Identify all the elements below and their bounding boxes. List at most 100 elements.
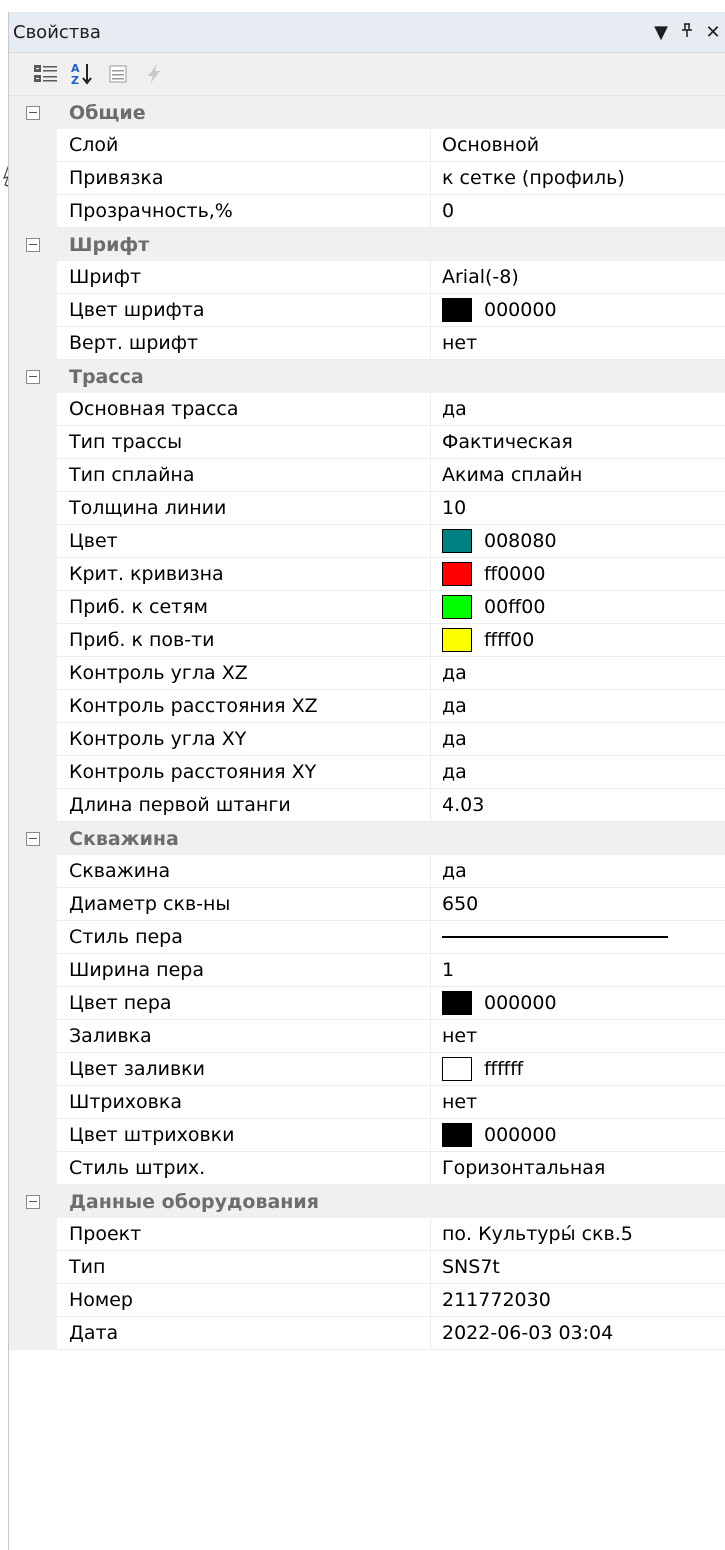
property-name[interactable]: Тип трассы xyxy=(57,426,431,459)
alphabetical-sort-icon[interactable]: A Z xyxy=(67,59,97,89)
property-row[interactable]: Дата 2022-06-03 03:04 xyxy=(9,1317,725,1350)
pin-icon[interactable] xyxy=(674,22,700,43)
property-value[interactable]: да xyxy=(431,657,725,690)
property-row[interactable]: Тип сплайна Акима сплайн xyxy=(9,459,725,492)
dropdown-icon[interactable]: ▼ xyxy=(648,22,674,43)
property-row[interactable]: Крит. кривизна ff0000 xyxy=(9,558,725,591)
property-row[interactable]: Верт. шрифт нет xyxy=(9,327,725,360)
property-row[interactable]: Цвет заливки ffffff xyxy=(9,1053,725,1086)
category-row[interactable]: Общие xyxy=(9,96,725,129)
property-value[interactable]: 008080 xyxy=(431,525,725,558)
property-name[interactable]: Проект xyxy=(57,1218,431,1251)
property-value[interactable]: нет xyxy=(431,1086,725,1119)
collapse-toggle[interactable] xyxy=(9,360,57,393)
property-row[interactable]: Контроль угла XZ да xyxy=(9,657,725,690)
property-row[interactable]: Контроль расстояния XZ да xyxy=(9,690,725,723)
property-name[interactable]: Цвет пера xyxy=(57,987,431,1020)
property-value[interactable]: 00ff00 xyxy=(431,591,725,624)
property-name[interactable]: Привязка xyxy=(57,162,431,195)
collapse-toggle[interactable] xyxy=(9,96,57,129)
property-row[interactable]: Цвет 008080 xyxy=(9,525,725,558)
property-row[interactable]: Слой Основной xyxy=(9,129,725,162)
property-value[interactable]: Горизонтальная xyxy=(431,1152,725,1185)
close-icon[interactable]: ✕ xyxy=(700,22,725,43)
property-row[interactable]: Приб. к пов-ти ffff00 xyxy=(9,624,725,657)
property-name[interactable]: Дата xyxy=(57,1317,431,1350)
collapse-toggle[interactable] xyxy=(9,228,57,261)
property-row[interactable]: Основная трасса да xyxy=(9,393,725,426)
property-row[interactable]: Контроль расстояния XY да xyxy=(9,756,725,789)
property-row[interactable]: Длина первой штанги 4.03 xyxy=(9,789,725,822)
property-row[interactable]: Штриховка нет xyxy=(9,1086,725,1119)
property-name[interactable]: Контроль угла XY xyxy=(57,723,431,756)
property-row[interactable]: Приб. к сетям 00ff00 xyxy=(9,591,725,624)
property-name[interactable]: Слой xyxy=(57,129,431,162)
property-value[interactable]: 10 xyxy=(431,492,725,525)
property-name[interactable]: Толщина линии xyxy=(57,492,431,525)
property-row[interactable]: Шрифт Arial(-8) xyxy=(9,261,725,294)
category-row[interactable]: Данные оборудования xyxy=(9,1185,725,1218)
property-name[interactable]: Контроль угла XZ xyxy=(57,657,431,690)
category-row[interactable]: Скважина xyxy=(9,822,725,855)
property-name[interactable]: Стиль пера xyxy=(57,921,431,954)
events-icon[interactable] xyxy=(139,59,169,89)
property-name[interactable]: Цвет xyxy=(57,525,431,558)
property-name[interactable]: Диаметр скв-ны xyxy=(57,888,431,921)
property-name[interactable]: Ширина пера xyxy=(57,954,431,987)
property-row[interactable]: Проект по. Культуры́ скв.5 xyxy=(9,1218,725,1251)
property-name[interactable]: Приб. к пов-ти xyxy=(57,624,431,657)
property-name[interactable]: Прозрачность,% xyxy=(57,195,431,228)
property-value[interactable]: 211772030 xyxy=(431,1284,725,1317)
property-value[interactable]: 000000 xyxy=(431,987,725,1020)
property-row[interactable]: Тип SNS7t xyxy=(9,1251,725,1284)
property-value[interactable]: 1 xyxy=(431,954,725,987)
property-row[interactable]: Цвет шрифта 000000 xyxy=(9,294,725,327)
property-value[interactable]: нет xyxy=(431,1020,725,1053)
collapse-toggle[interactable] xyxy=(9,822,57,855)
property-name[interactable]: Контроль расстояния XZ xyxy=(57,690,431,723)
property-name[interactable]: Тип xyxy=(57,1251,431,1284)
property-name[interactable]: Контроль расстояния XY xyxy=(57,756,431,789)
property-value[interactable]: ff0000 xyxy=(431,558,725,591)
property-name[interactable]: Приб. к сетям xyxy=(57,591,431,624)
property-value[interactable]: 000000 xyxy=(431,294,725,327)
property-value[interactable]: да xyxy=(431,723,725,756)
property-value[interactable]: да xyxy=(431,855,725,888)
property-value[interactable]: ffff00 xyxy=(431,624,725,657)
property-value[interactable]: 0 xyxy=(431,195,725,228)
property-pages-icon[interactable] xyxy=(103,59,133,89)
property-value[interactable]: 2022-06-03 03:04 xyxy=(431,1317,725,1350)
property-value[interactable]: Акима сплайн xyxy=(431,459,725,492)
property-name[interactable]: Длина первой штанги xyxy=(57,789,431,822)
property-row[interactable]: Заливка нет xyxy=(9,1020,725,1053)
property-row[interactable]: Стиль пера xyxy=(9,921,725,954)
property-value[interactable]: 650 xyxy=(431,888,725,921)
property-value[interactable]: 4.03 xyxy=(431,789,725,822)
property-value[interactable]: да xyxy=(431,393,725,426)
property-name[interactable]: Основная трасса xyxy=(57,393,431,426)
property-name[interactable]: Цвет шрифта xyxy=(57,294,431,327)
property-row[interactable]: Привязка к сетке (профиль) xyxy=(9,162,725,195)
property-name[interactable]: Крит. кривизна xyxy=(57,558,431,591)
property-value[interactable]: Arial(-8) xyxy=(431,261,725,294)
property-row[interactable]: Диаметр скв-ны 650 xyxy=(9,888,725,921)
property-value[interactable]: Фактическая xyxy=(431,426,725,459)
property-name[interactable]: Штриховка xyxy=(57,1086,431,1119)
property-value[interactable]: Основной xyxy=(431,129,725,162)
property-row[interactable]: Цвет пера 000000 xyxy=(9,987,725,1020)
property-row[interactable]: Номер 211772030 xyxy=(9,1284,725,1317)
property-name[interactable]: Цвет заливки xyxy=(57,1053,431,1086)
property-row[interactable]: Стиль штрих. Горизонтальная xyxy=(9,1152,725,1185)
property-row[interactable]: Цвет штриховки 000000 xyxy=(9,1119,725,1152)
property-name[interactable]: Верт. шрифт xyxy=(57,327,431,360)
property-value[interactable]: да xyxy=(431,756,725,789)
property-name[interactable]: Тип сплайна xyxy=(57,459,431,492)
property-name[interactable]: Скважина xyxy=(57,855,431,888)
property-row[interactable]: Толщина линии 10 xyxy=(9,492,725,525)
property-name[interactable]: Шрифт xyxy=(57,261,431,294)
property-name[interactable]: Номер xyxy=(57,1284,431,1317)
categorized-icon[interactable] xyxy=(31,59,61,89)
property-value[interactable]: ffffff xyxy=(431,1053,725,1086)
property-name[interactable]: Цвет штриховки xyxy=(57,1119,431,1152)
property-value[interactable]: нет xyxy=(431,327,725,360)
